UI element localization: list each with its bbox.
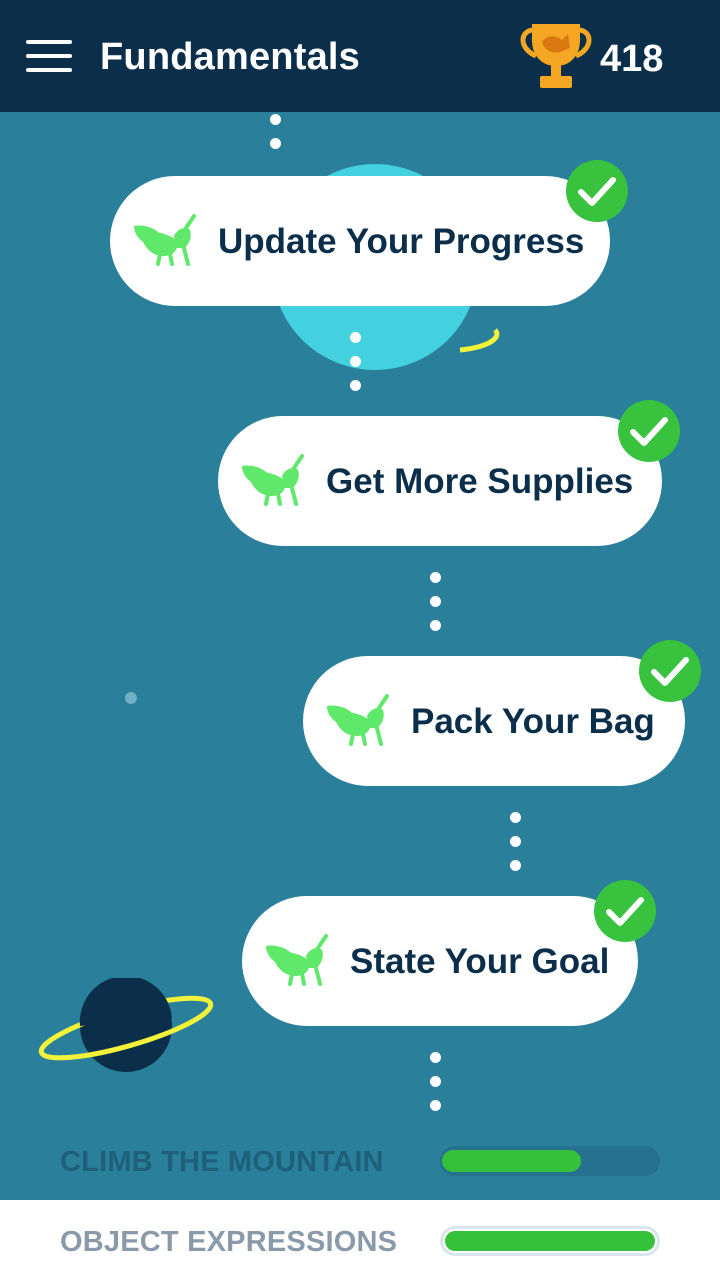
star-dot-decoration <box>125 692 137 704</box>
course-progress-fill <box>445 1231 655 1251</box>
course-progress-row[interactable]: CLIMB THE MOUNTAIN <box>0 1124 720 1204</box>
course-title: CLIMB THE MOUNTAIN <box>60 1146 384 1178</box>
course-progress-bar <box>440 1226 660 1256</box>
grasshopper-icon <box>240 454 304 506</box>
completed-check-icon <box>594 880 656 942</box>
page-title: Fundamentals <box>100 36 360 78</box>
course-progress-row[interactable]: OBJECT EXPRESSIONS <box>0 1200 720 1280</box>
path-dots <box>350 332 362 404</box>
completed-check-icon <box>566 160 628 222</box>
grasshopper-icon <box>132 214 196 266</box>
lesson-card[interactable]: State Your Goal <box>242 880 656 1026</box>
lesson-path[interactable]: Update Your Progress Get More Supplies P… <box>0 112 720 1200</box>
trophy-icon[interactable] <box>516 22 596 92</box>
lesson-card[interactable]: Pack Your Bag <box>303 640 701 786</box>
path-dots <box>430 572 442 644</box>
lesson-title: Update Your Progress <box>218 222 585 261</box>
path-dots <box>430 1052 442 1124</box>
lesson-card[interactable]: Get More Supplies <box>218 400 680 546</box>
lesson-title: Pack Your Bag <box>411 702 655 741</box>
path-dots <box>270 114 282 162</box>
completed-check-icon <box>639 640 701 702</box>
top-app-bar: Fundamentals 418 <box>0 0 720 112</box>
course-title: OBJECT EXPRESSIONS <box>60 1226 398 1258</box>
lesson-title: Get More Supplies <box>326 462 634 501</box>
lesson-card[interactable]: Update Your Progress <box>110 160 628 306</box>
grasshopper-icon <box>264 934 328 986</box>
course-progress-bar <box>440 1146 660 1176</box>
grasshopper-icon <box>325 694 389 746</box>
score-count: 418 <box>600 38 664 80</box>
completed-check-icon <box>618 400 680 462</box>
lesson-title: State Your Goal <box>350 942 610 981</box>
dark-planet-decoration <box>38 978 214 1072</box>
hamburger-menu-icon[interactable] <box>26 40 74 72</box>
path-dots <box>510 812 522 884</box>
course-progress-fill <box>442 1150 581 1172</box>
